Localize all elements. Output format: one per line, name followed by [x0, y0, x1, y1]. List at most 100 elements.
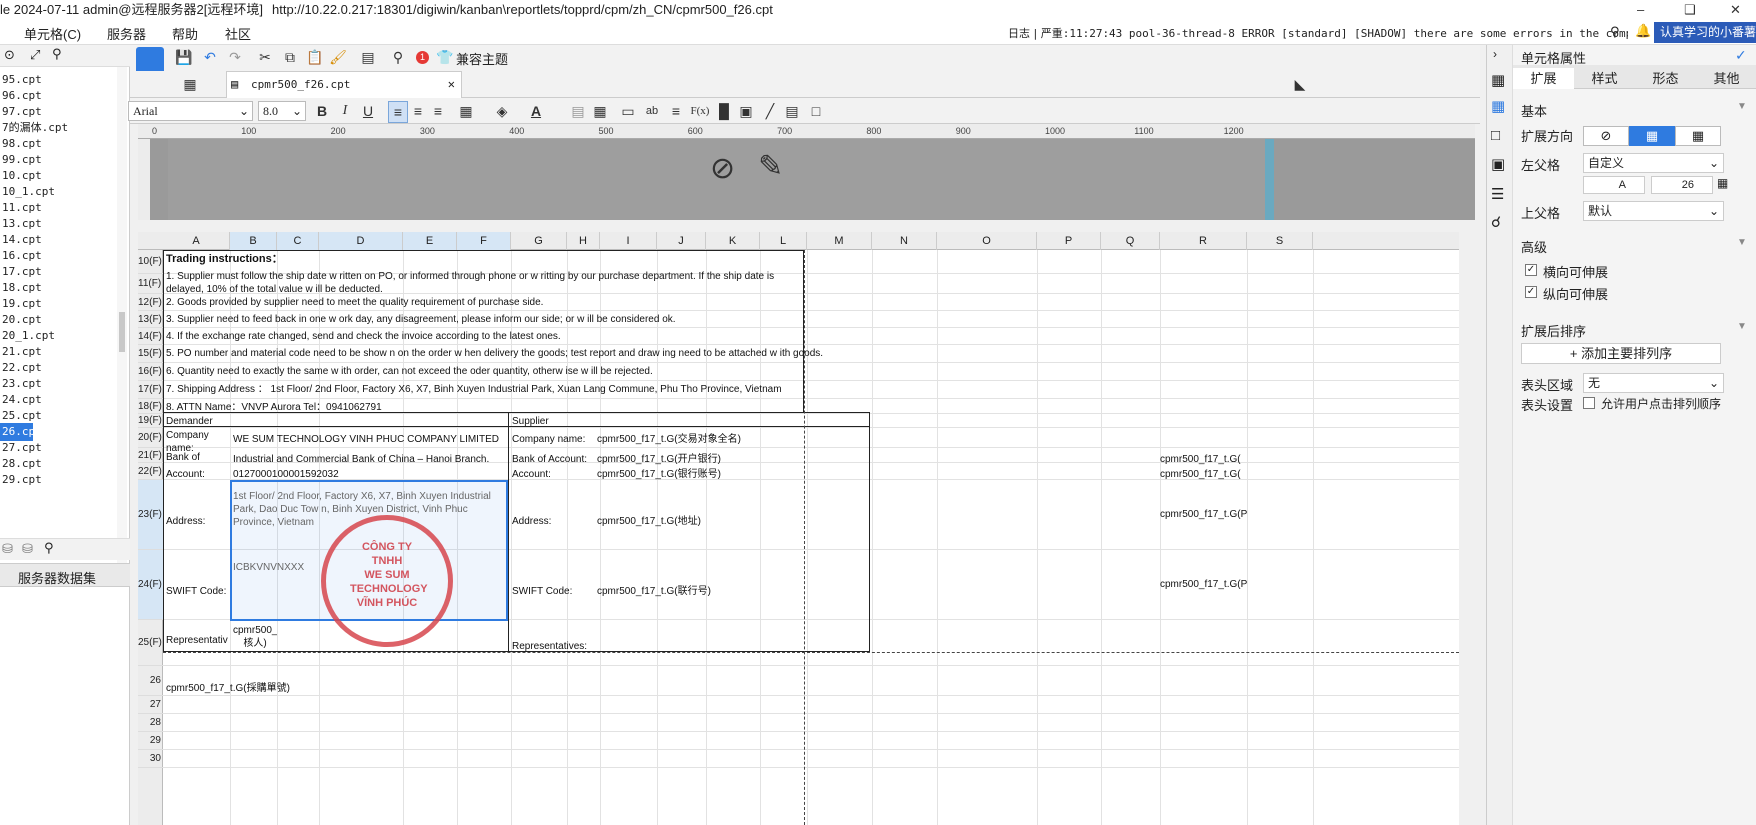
column-header-cell[interactable]: R: [1160, 232, 1247, 250]
copy-icon[interactable]: ⧉: [280, 47, 300, 67]
document-tab[interactable]: ▤ cpmr500_f26.cpt ✕: [226, 71, 462, 98]
row-header-cell[interactable]: 24(F): [138, 550, 163, 620]
cell-picker-icon[interactable]: ▦: [1717, 176, 1728, 190]
database-icon[interactable]: ⛁: [22, 541, 33, 557]
notification-badge[interactable]: 1: [416, 51, 429, 64]
search-icon[interactable]: ⚲: [44, 540, 54, 556]
row-header-cell[interactable]: 28: [138, 714, 163, 732]
add-sort-button[interactable]: + 添加主要排列序: [1521, 343, 1721, 364]
close-window-icon[interactable]: ✕: [1730, 0, 1741, 20]
rich-text-icon[interactable]: ≡: [666, 101, 686, 121]
column-header-cell[interactable]: N: [872, 232, 937, 250]
column-header-cell[interactable]: O: [937, 232, 1037, 250]
locate-icon[interactable]: ⊙: [4, 47, 15, 63]
merge-icon[interactable]: ▤: [568, 101, 588, 121]
fill-color-icon[interactable]: ◈: [492, 101, 512, 121]
check-icon[interactable]: ✓: [1735, 47, 1747, 64]
chevron-down-icon[interactable]: ▼: [1737, 237, 1747, 248]
user-button[interactable]: 认真学习的小番薯: [1654, 22, 1756, 43]
database-add-icon[interactable]: ⛁: [2, 541, 13, 557]
cell-property-icon[interactable]: ▦: [1491, 97, 1505, 115]
horizontal-expand-toggle[interactable]: ▦: [1675, 126, 1721, 146]
bell-icon[interactable]: 🔔: [1635, 23, 1651, 39]
chevron-down-icon[interactable]: ▼: [1737, 321, 1747, 332]
column-header-cell[interactable]: G: [511, 232, 567, 250]
paste-icon[interactable]: 📋: [305, 47, 325, 67]
file-item[interactable]: 29.cpt: [0, 471, 120, 489]
save-icon[interactable]: 💾: [174, 47, 194, 67]
h-expand-checkbox[interactable]: ✓: [1525, 264, 1537, 276]
collapse-icon[interactable]: ⤢: [30, 47, 40, 63]
row-header-cell[interactable]: 19(F): [138, 414, 163, 428]
column-header-cell[interactable]: F: [457, 232, 511, 250]
chevron-down-icon[interactable]: ▼: [1737, 101, 1747, 112]
spreadsheet-grid[interactable]: ABCDEFGHIJKLMNOPQRS 10(F) 11(F) 12(F) 13(F)…: [138, 232, 1459, 825]
fullscreen-icon[interactable]: ◣: [1290, 74, 1310, 94]
tab-shape[interactable]: 形态: [1635, 68, 1696, 87]
image-icon[interactable]: ▣: [736, 101, 756, 121]
border-icon[interactable]: ▦: [456, 101, 476, 121]
layout-icon[interactable]: ▦: [1491, 71, 1505, 89]
row-header-cell[interactable]: 25(F): [138, 620, 163, 666]
menu-help[interactable]: 帮助: [172, 24, 198, 43]
row-header-cell[interactable]: 17(F): [138, 381, 163, 399]
pencil-icon[interactable]: ✎: [758, 149, 783, 184]
row-header-cell[interactable]: 15(F): [138, 345, 163, 363]
column-header-cell[interactable]: S: [1247, 232, 1313, 250]
column-header-cell[interactable]: P: [1037, 232, 1101, 250]
align-center-button[interactable]: ≡: [408, 101, 428, 121]
column-header-cell[interactable]: J: [657, 232, 706, 250]
column-header-cell[interactable]: L: [760, 232, 807, 250]
v-expand-checkbox[interactable]: ✓: [1525, 286, 1537, 298]
row-header-cell[interactable]: 22(F): [138, 463, 163, 480]
align-left-button[interactable]: ≡: [388, 101, 408, 123]
collapse-arrow-icon[interactable]: ›: [1493, 47, 1497, 61]
cell-area[interactable]: Trading instructions： 1. Supplier must f…: [163, 250, 1459, 825]
link-icon[interactable]: ☌: [1491, 213, 1501, 231]
column-header-cell[interactable]: Q: [1101, 232, 1160, 250]
left-parent-row[interactable]: 26: [1651, 176, 1713, 194]
preview-icon[interactable]: ▤: [358, 47, 378, 67]
column-header-cell[interactable]: M: [807, 232, 872, 250]
row-header-cell[interactable]: 12(F): [138, 294, 163, 311]
column-header-cell[interactable]: E: [403, 232, 457, 250]
row-header-cell[interactable]: 14(F): [138, 328, 163, 345]
grid-icon[interactable]: ▦: [180, 74, 200, 94]
menu-cell[interactable]: 单元格(C): [24, 24, 81, 43]
theme-icon[interactable]: 👕: [435, 47, 455, 67]
text-icon[interactable]: ab: [642, 101, 662, 121]
column-header-cell[interactable]: A: [163, 232, 230, 250]
column-header-cell[interactable]: D: [319, 232, 403, 250]
widget-icon[interactable]: □: [1491, 127, 1500, 144]
column-header-cell[interactable]: K: [706, 232, 760, 250]
eye-slash-icon[interactable]: ⊘: [710, 151, 735, 186]
menu-server[interactable]: 服务器: [107, 24, 146, 43]
font-family-select[interactable]: Arial ⌄: [128, 101, 253, 121]
stack-icon[interactable]: ☰: [1491, 185, 1504, 203]
left-parent-column[interactable]: A: [1583, 176, 1645, 194]
column-header-cell[interactable]: B: [230, 232, 277, 250]
no-expand-toggle[interactable]: ⊘: [1583, 126, 1629, 146]
close-tab-icon[interactable]: ✕: [448, 72, 455, 97]
font-color-icon[interactable]: A: [526, 101, 546, 121]
row-header-cell[interactable]: 13(F): [138, 311, 163, 328]
row-header-cell[interactable]: 27: [138, 696, 163, 714]
file-list-scrollbar[interactable]: [117, 67, 127, 567]
table-icon[interactable]: ▦: [590, 101, 610, 121]
chart-icon[interactable]: █: [714, 101, 734, 121]
search-icon[interactable]: ⚲: [52, 46, 62, 62]
column-header-cell[interactable]: C: [277, 232, 319, 250]
slash-icon[interactable]: ╱: [760, 101, 780, 121]
tab-style[interactable]: 样式: [1574, 68, 1635, 87]
minimize-icon[interactable]: –: [1637, 0, 1644, 20]
tab-expand[interactable]: 扩展: [1513, 68, 1574, 89]
italic-button[interactable]: I: [335, 101, 355, 121]
underline-button[interactable]: U: [358, 101, 378, 121]
row-header-cell[interactable]: 30: [138, 750, 163, 768]
header-paper[interactable]: ⊘ ✎: [168, 139, 1265, 220]
tab-other[interactable]: 其他: [1696, 68, 1756, 87]
header-area-select[interactable]: 无 ⌄: [1583, 373, 1724, 393]
server-dataset-tab[interactable]: 服务器数据集: [0, 563, 130, 587]
menu-community[interactable]: 社区: [225, 24, 251, 43]
row-header-cell[interactable]: 21(F): [138, 448, 163, 463]
